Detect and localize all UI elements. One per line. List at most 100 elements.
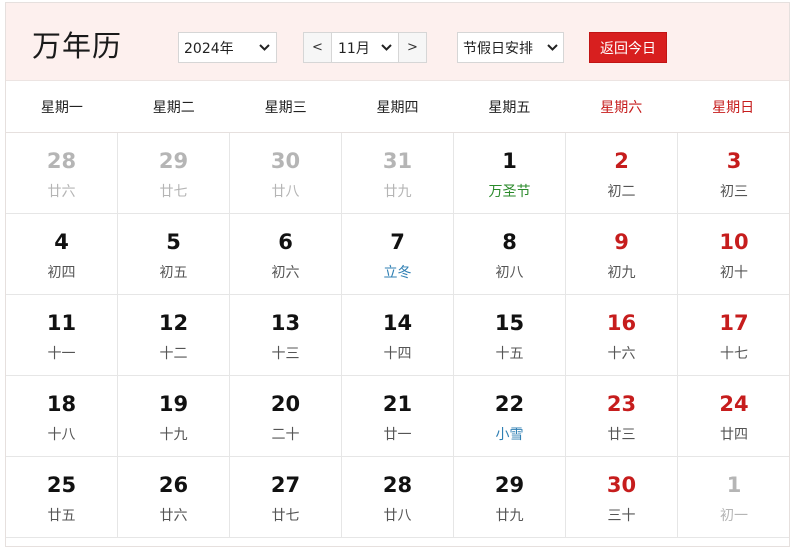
day-number: 2	[614, 149, 629, 173]
weekday-label: 星期五	[488, 100, 531, 116]
holiday-select[interactable]: 节假日安排	[457, 32, 564, 63]
lunar-date: 十八	[47, 427, 76, 443]
prev-month-button[interactable]: <	[304, 33, 332, 62]
day-number: 26	[158, 473, 189, 497]
calendar-day-cell[interactable]: 3 初三	[678, 133, 789, 213]
lunar-date: 廿八	[383, 508, 412, 524]
lunar-date: 初一	[720, 508, 748, 524]
calendar-day-cell[interactable]: 1 万圣节	[454, 133, 566, 213]
lunar-date: 廿九	[383, 184, 412, 200]
day-number: 6	[278, 230, 293, 254]
lunar-date: 廿三	[607, 427, 636, 443]
day-number: 7	[390, 230, 405, 254]
day-number: 19	[158, 392, 189, 416]
back-to-today-button[interactable]: 返回今日	[589, 32, 667, 63]
festival-label: 万圣节	[488, 184, 531, 200]
calendar-day-cell[interactable]: 29 廿七	[118, 133, 230, 213]
calendar-header: 万年历 2024年 < 11月 > 节假日安排 返回今日	[6, 3, 789, 81]
weekday-label: 星期三	[264, 100, 307, 116]
lunar-date: 十三	[271, 346, 300, 362]
calendar-day-cell[interactable]: 18 十八	[6, 376, 118, 456]
next-month-button[interactable]: >	[398, 33, 426, 62]
day-number: 13	[270, 311, 301, 335]
calendar-day-cell[interactable]: 30 三十	[566, 457, 678, 537]
lunar-date: 十六	[607, 346, 636, 362]
day-number: 22	[494, 392, 525, 416]
calendar-day-cell[interactable]: 30 廿八	[230, 133, 342, 213]
lunar-date: 初二	[607, 184, 636, 200]
day-number: 1	[726, 473, 742, 497]
day-number: 15	[494, 311, 525, 335]
day-number: 29	[494, 473, 525, 497]
holiday-select-value: 节假日安排	[463, 40, 533, 57]
day-number: 28	[46, 149, 77, 173]
lunar-date: 廿四	[720, 427, 748, 443]
calendar-day-cell[interactable]: 22 小雪	[454, 376, 566, 456]
calendar-day-cell[interactable]: 28 廿六	[6, 133, 118, 213]
calendar-day-cell[interactable]: 16 十六	[566, 295, 678, 375]
chevron-down-icon	[547, 43, 558, 52]
lunar-date: 初三	[720, 184, 748, 200]
calendar-day-cell[interactable]: 25 廿五	[6, 457, 118, 537]
month-selector: < 11月 >	[303, 32, 427, 63]
calendar-day-cell[interactable]: 12 十二	[118, 295, 230, 375]
calendar-day-cell[interactable]: 29 廿九	[454, 457, 566, 537]
calendar-day-cell[interactable]: 1 初一	[678, 457, 789, 537]
calendar-day-cell[interactable]: 31 廿九	[342, 133, 454, 213]
calendar-day-cell[interactable]: 14 十四	[342, 295, 454, 375]
lunar-date: 二十	[271, 427, 300, 443]
calendar-day-cell[interactable]: 11 十一	[6, 295, 118, 375]
calendar-day-cell[interactable]: 28 廿八	[342, 457, 454, 537]
lunar-date: 廿六	[159, 508, 188, 524]
day-number: 5	[166, 230, 181, 254]
lunar-date: 十二	[159, 346, 188, 362]
calendar-day-cell[interactable]: 21 廿一	[342, 376, 454, 456]
year-select-value: 2024年	[184, 40, 234, 57]
day-number: 30	[606, 473, 637, 497]
calendar-week-row: 28 廿六 29 廿七 30 廿八 31 廿九 1 万圣节 2 初二 3 初三	[6, 133, 789, 214]
lunar-date: 廿一	[383, 427, 412, 443]
calendar-day-cell[interactable]: 27 廿七	[230, 457, 342, 537]
weekday-label: 星期四	[376, 100, 419, 116]
lunar-date: 初十	[720, 265, 748, 281]
calendar-day-cell[interactable]: 20 二十	[230, 376, 342, 456]
calendar-day-cell[interactable]: 15 十五	[454, 295, 566, 375]
calendar-day-cell[interactable]: 2 初二	[566, 133, 678, 213]
day-number: 28	[382, 473, 413, 497]
calendar-day-cell[interactable]: 24 廿四	[678, 376, 789, 456]
day-number: 25	[46, 473, 77, 497]
lunar-date: 初五	[159, 265, 188, 281]
calendar-day-cell[interactable]: 19 十九	[118, 376, 230, 456]
festival-label: 立冬	[383, 265, 412, 281]
calendar-day-cell[interactable]: 6 初六	[230, 214, 342, 294]
calendar-day-cell[interactable]: 9 初九	[566, 214, 678, 294]
calendar-day-cell[interactable]: 7 立冬	[342, 214, 454, 294]
day-number: 16	[606, 311, 637, 335]
calendar-grid: 28 廿六 29 廿七 30 廿八 31 廿九 1 万圣节 2 初二 3 初三 4 初四 5 初五 6 初六 7 立冬 8 初…	[6, 133, 789, 538]
calendar-day-cell[interactable]: 17 十七	[678, 295, 789, 375]
calendar-day-cell[interactable]: 26 廿六	[118, 457, 230, 537]
day-number: 12	[158, 311, 189, 335]
day-number: 9	[614, 230, 629, 254]
day-number: 27	[270, 473, 301, 497]
weekday-label: 星期二	[152, 100, 195, 116]
month-select[interactable]: 11月	[332, 33, 398, 62]
lunar-date: 十七	[720, 346, 748, 362]
calendar-day-cell[interactable]: 5 初五	[118, 214, 230, 294]
lunar-date: 廿六	[47, 184, 76, 200]
day-number: 30	[270, 149, 301, 173]
day-number: 17	[719, 311, 749, 335]
weekday-label: 星期日	[712, 100, 755, 116]
day-number: 3	[726, 149, 742, 173]
calendar-day-cell[interactable]: 13 十三	[230, 295, 342, 375]
calendar-day-cell[interactable]: 4 初四	[6, 214, 118, 294]
lunar-date: 廿七	[159, 184, 188, 200]
year-select[interactable]: 2024年	[178, 32, 277, 63]
calendar-day-cell[interactable]: 23 廿三	[566, 376, 678, 456]
calendar-day-cell[interactable]: 8 初八	[454, 214, 566, 294]
day-number: 18	[46, 392, 77, 416]
lunar-date: 初八	[495, 265, 524, 281]
page-title: 万年历	[32, 29, 123, 63]
calendar-day-cell[interactable]: 10 初十	[678, 214, 789, 294]
day-number: 24	[719, 392, 749, 416]
